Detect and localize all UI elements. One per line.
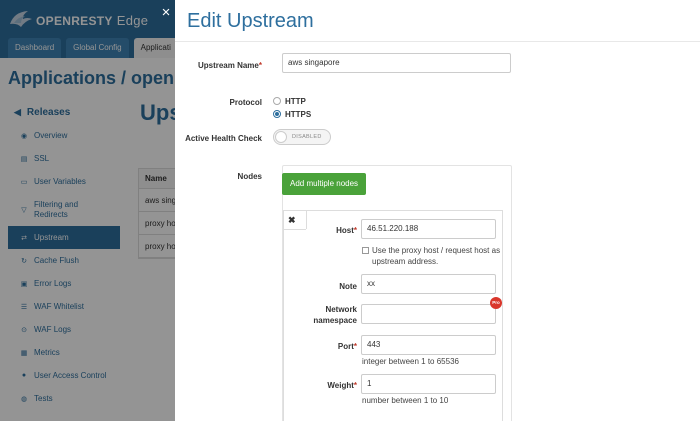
radio-circle-checked <box>273 110 281 118</box>
modal-header: Edit Upstream <box>175 0 700 42</box>
port-label: Port* <box>291 341 357 352</box>
health-check-toggle[interactable]: DISABLED <box>273 129 331 145</box>
weight-label: Weight* <box>291 380 357 391</box>
host-label: Host* <box>291 225 357 236</box>
proxy-host-checkbox-label: Use the proxy host / request host as ups… <box>372 246 501 266</box>
proxy-host-checkbox[interactable] <box>362 247 369 254</box>
required-marker: * <box>353 342 357 351</box>
host-label-text: Host <box>336 226 354 235</box>
pro-badge: Pro <box>490 297 502 309</box>
node-card: ✖ Host* 46.51.220.188 Use the proxy host… <box>283 210 503 421</box>
toggle-knob <box>275 131 287 143</box>
health-check-label: Active Health Check <box>185 134 262 143</box>
edit-upstream-modal: Edit Upstream Upstream Name* aws singapo… <box>175 0 700 421</box>
radio-label: HTTPS <box>285 109 312 119</box>
modal-title: Edit Upstream <box>187 10 314 32</box>
upstream-name-label-text: Upstream Name <box>197 61 259 70</box>
network-namespace-input[interactable] <box>361 304 496 324</box>
required-marker: * <box>353 226 357 235</box>
radio-circle <box>273 97 281 105</box>
weight-hint: number between 1 to 10 <box>362 396 449 405</box>
protocol-radio-group: HTTP HTTPS <box>273 95 311 120</box>
port-hint: integer between 1 to 65536 <box>362 357 459 366</box>
host-input[interactable]: 46.51.220.188 <box>361 219 496 239</box>
weight-input[interactable]: 1 <box>361 374 496 394</box>
port-input[interactable]: 443 <box>361 335 496 355</box>
add-multiple-nodes-button[interactable]: Add multiple nodes <box>282 173 367 195</box>
radio-label: HTTP <box>285 96 306 106</box>
toggle-state-label: DISABLED <box>292 134 322 140</box>
radio-https[interactable]: HTTPS <box>273 108 311 120</box>
upstream-name-input[interactable]: aws singapore <box>282 53 511 73</box>
weight-label-text: Weight <box>327 381 354 390</box>
upstream-name-label: Upstream Name* <box>175 60 262 71</box>
network-namespace-label: Network namespace <box>313 305 357 325</box>
required-marker: * <box>353 381 357 390</box>
protocol-label: Protocol <box>229 98 262 107</box>
note-label: Note <box>339 282 357 291</box>
close-icon[interactable]: × <box>158 4 174 22</box>
radio-http[interactable]: HTTP <box>273 95 311 107</box>
required-marker: * <box>258 61 262 70</box>
nodes-label: Nodes <box>237 172 262 181</box>
port-label-text: Port <box>337 342 354 351</box>
note-input[interactable]: xx <box>361 274 496 294</box>
